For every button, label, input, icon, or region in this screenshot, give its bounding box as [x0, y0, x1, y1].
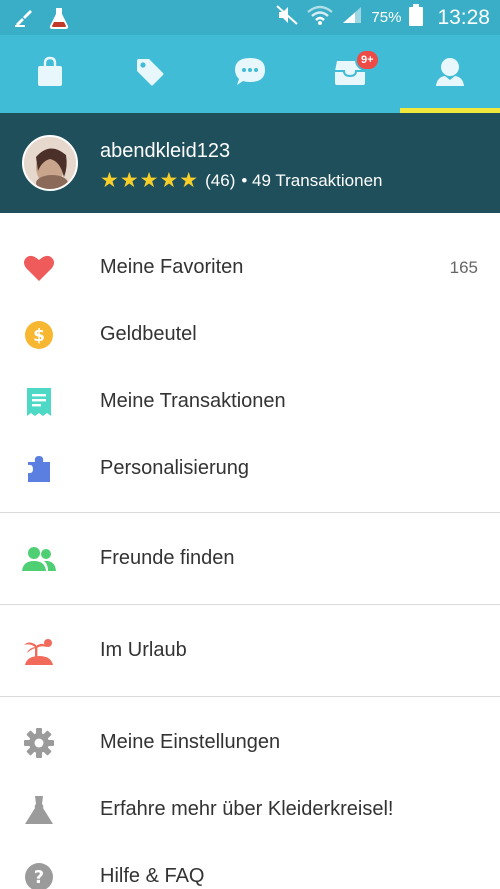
transaction-count: • 49 Transaktionen	[241, 170, 383, 190]
puzzle-piece-icon	[22, 452, 56, 486]
help-icon: ?	[22, 860, 56, 889]
wifi-icon	[307, 4, 334, 31]
username: abendkleid123	[100, 140, 231, 162]
profile-header[interactable]: abendkleid123 ★★★★★ (46) • 49 Transaktio…	[0, 113, 500, 213]
menu-group-app: Meine Einstellungen Erfahre mehr über Kl…	[0, 696, 500, 889]
menu-item-vacation[interactable]: Im Urlaub	[0, 617, 500, 684]
favorites-count: 165	[449, 257, 478, 277]
menu-item-label: Freunde finden	[100, 547, 235, 569]
status-bar: 75% 13:28	[0, 0, 500, 35]
tab-bar: 9+	[0, 35, 500, 113]
menu-item-about[interactable]: Erfahre mehr über Kleiderkreisel!	[0, 776, 500, 843]
menu-item-find-friends[interactable]: Freunde finden	[0, 525, 500, 592]
mute-icon	[275, 4, 299, 31]
tab-shop[interactable]	[0, 35, 100, 113]
menu-item-favorites[interactable]: Meine Favoriten 165	[0, 234, 500, 301]
island-icon	[22, 634, 56, 668]
gear-icon	[22, 726, 56, 760]
avatar[interactable]	[22, 135, 78, 191]
menu-item-wallet[interactable]: $ Geldbeutel	[0, 301, 500, 368]
menu-item-label: Personalisierung	[100, 457, 249, 479]
menu-item-label: Im Urlaub	[100, 639, 187, 661]
svg-text:?: ?	[34, 867, 44, 888]
inbox-badge: 9+	[355, 49, 380, 71]
flask-icon	[48, 6, 70, 35]
tab-profile[interactable]	[400, 35, 500, 113]
heart-icon	[22, 251, 56, 285]
menu-group-status: Im Urlaub	[0, 604, 500, 696]
menu-item-transactions[interactable]: Meine Transaktionen	[0, 368, 500, 435]
price-tag-icon	[134, 56, 166, 93]
review-count: (46)	[205, 170, 236, 190]
profile-menu: Meine Favoriten 165 $ Geldbeutel Meine T…	[0, 213, 500, 889]
menu-item-personalization[interactable]: Personalisierung	[0, 435, 500, 502]
broom-icon	[14, 8, 36, 33]
friends-icon	[22, 542, 56, 576]
tab-sell[interactable]	[100, 35, 200, 113]
menu-item-label: Meine Einstellungen	[100, 731, 281, 753]
battery-icon	[409, 4, 424, 31]
tab-inbox[interactable]: 9+	[300, 35, 400, 113]
menu-item-label: Meine Favoriten	[100, 256, 244, 278]
user-profile-icon	[433, 56, 467, 93]
menu-group-social: Freunde finden	[0, 512, 500, 604]
menu-item-label: Geldbeutel	[100, 323, 197, 345]
menu-item-settings[interactable]: Meine Einstellungen	[0, 709, 500, 776]
rating-summary: ★★★★★ (46) • 49 Transaktionen	[100, 170, 382, 191]
menu-item-label: Meine Transaktionen	[100, 390, 286, 412]
receipt-icon	[22, 385, 56, 419]
menu-item-label: Hilfe & FAQ	[100, 865, 205, 887]
chat-bubble-icon	[233, 56, 267, 93]
shopping-bag-icon	[35, 56, 65, 93]
battery-percent: 75%	[371, 9, 402, 26]
clock: 13:28	[437, 5, 490, 29]
dress-icon	[22, 793, 56, 827]
signal-icon	[341, 5, 363, 30]
coin-icon: $	[22, 318, 56, 352]
tab-messages[interactable]	[200, 35, 300, 113]
menu-group-account: Meine Favoriten 165 $ Geldbeutel Meine T…	[0, 213, 500, 502]
menu-item-help[interactable]: ? Hilfe & FAQ	[0, 843, 500, 889]
svg-text:$: $	[33, 326, 45, 346]
rating-stars: ★★★★★	[100, 169, 200, 192]
menu-item-label: Erfahre mehr über Kleiderkreisel!	[100, 798, 394, 820]
